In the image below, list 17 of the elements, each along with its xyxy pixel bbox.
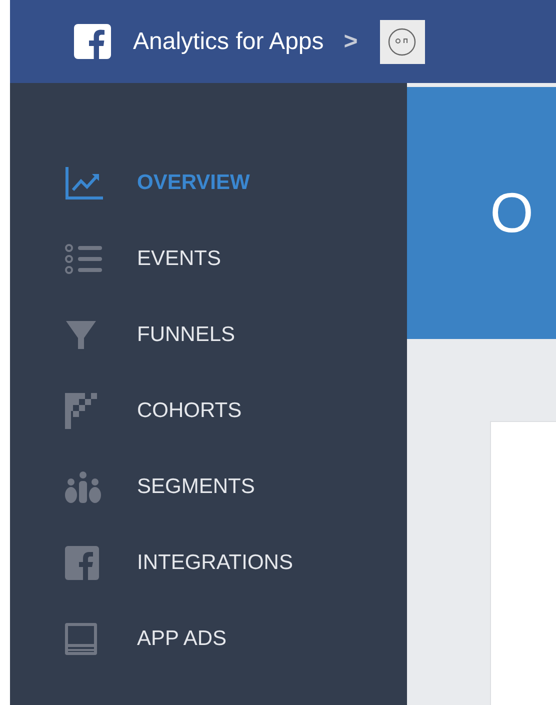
page-title: O	[490, 185, 534, 241]
sidebar-item[interactable]: SEGMENTS	[65, 449, 407, 525]
breadcrumb-separator: >	[344, 26, 358, 56]
f-logo-icon	[74, 24, 111, 59]
sidebar-item[interactable]: EVENTS	[65, 221, 407, 297]
line-chart-icon	[65, 166, 103, 200]
sidebar-item[interactable]: FUNNELS	[65, 297, 407, 373]
f-logo-icon	[65, 546, 99, 580]
app-icon[interactable]	[380, 20, 425, 64]
list-icon	[65, 244, 103, 274]
sidebar-item[interactable]: COHORTS	[65, 373, 407, 449]
people-icon	[65, 471, 101, 503]
ad-panel-icon	[65, 623, 97, 655]
app-title: Analytics for Apps	[133, 26, 324, 56]
funnel-icon	[65, 320, 97, 350]
sidebar-item[interactable]: APP ADS	[65, 601, 407, 677]
sidebar-item[interactable]: INTEGRATIONS	[65, 525, 407, 601]
